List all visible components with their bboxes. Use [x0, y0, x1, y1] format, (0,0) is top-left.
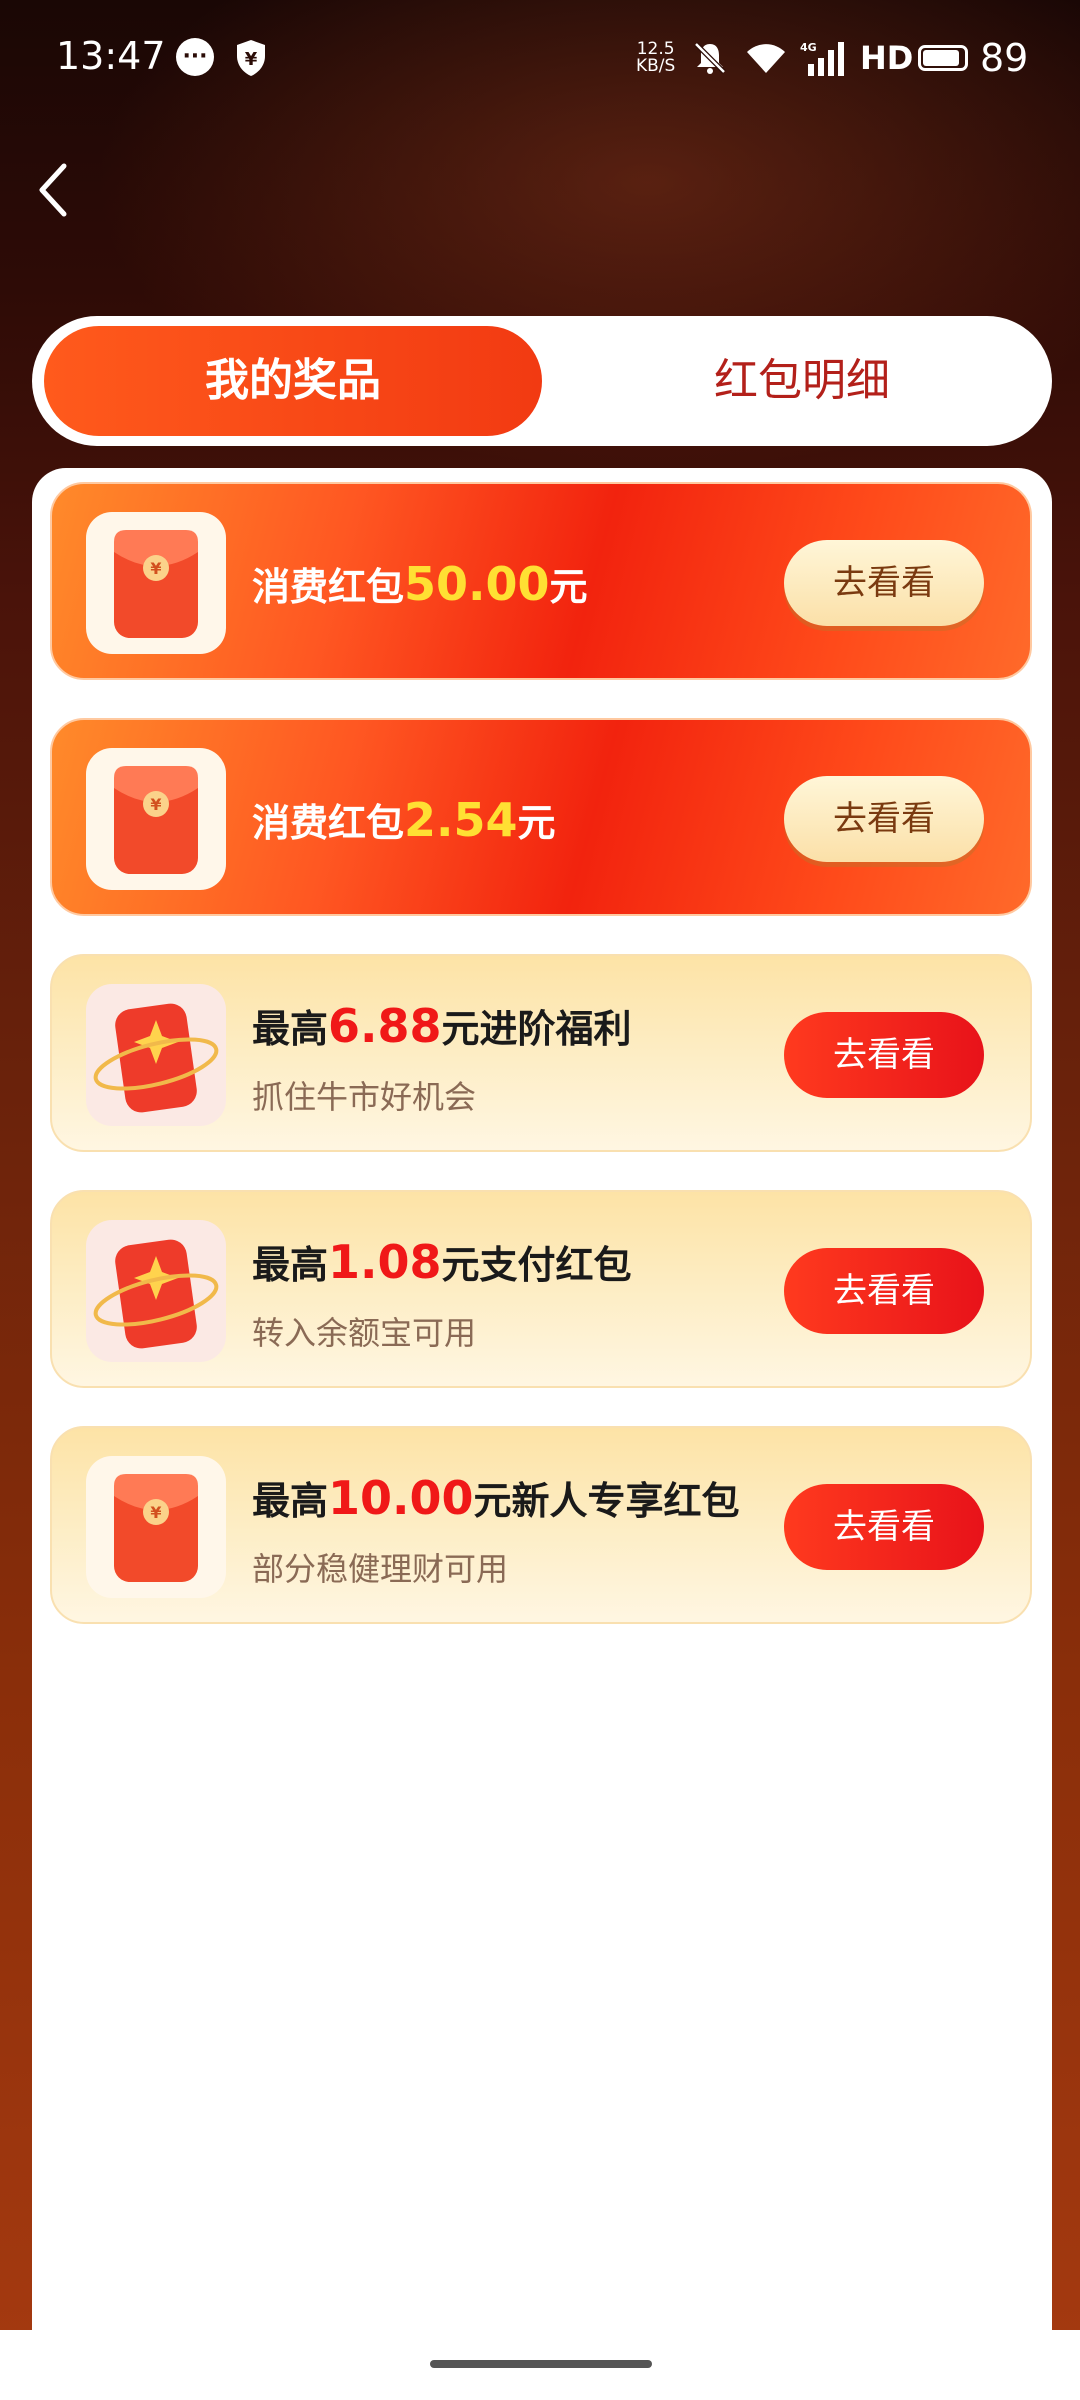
view-button[interactable]: 去看看: [784, 776, 984, 862]
view-button[interactable]: 去看看: [784, 540, 984, 626]
prize-title-prefix: 最高: [252, 1479, 329, 1523]
prize-title: 消费红包50.00元: [252, 556, 588, 611]
prize-title-prefix: 最高: [252, 1007, 329, 1051]
battery-icon: [918, 38, 968, 78]
chevron-left-icon: [39, 163, 67, 217]
prize-amount: 6.88: [328, 999, 442, 1053]
prize-amount: 10.00: [328, 1471, 474, 1525]
prize-title-prefix: 消费红包: [252, 565, 405, 609]
svg-text:¥: ¥: [150, 1503, 161, 1522]
prize-title: 最高1.08元支付红包: [252, 1234, 632, 1289]
view-button[interactable]: 去看看: [784, 1012, 984, 1098]
red-envelope-star-ring-icon: [86, 984, 226, 1126]
prize-list-panel: ¥ 消费红包50.00元 去看看 ¥ 消费红包2.54元 去看看 最高6.88元…: [32, 468, 1052, 2400]
wifi-icon: [744, 38, 788, 78]
network-speed: 12.5 KB/S: [636, 38, 675, 78]
cellular-signal-icon: 4G: [800, 38, 846, 78]
prize-card[interactable]: 最高1.08元支付红包 转入余额宝可用 去看看: [50, 1190, 1032, 1388]
svg-text:¥: ¥: [245, 49, 258, 70]
status-time: 13:47: [56, 34, 166, 78]
battery-percent: 89: [980, 36, 1029, 80]
red-envelope-icon: ¥: [86, 1456, 226, 1598]
prize-amount: 50.00: [404, 557, 550, 611]
view-button[interactable]: 去看看: [784, 1484, 984, 1570]
prize-card[interactable]: ¥ 消费红包2.54元 去看看: [50, 718, 1032, 916]
svg-text:¥: ¥: [150, 559, 161, 578]
home-indicator[interactable]: [430, 2360, 652, 2368]
red-envelope-icon: ¥: [86, 748, 226, 890]
hd-label: HD: [860, 39, 914, 77]
shield-icon: ¥: [234, 38, 268, 78]
status-bar: 13:47 ··· ¥ 12.5 KB/S 4G HD 89: [0, 0, 1080, 120]
prize-amount: 1.08: [328, 1235, 442, 1289]
prize-title: 最高10.00元新人专享红包: [252, 1470, 740, 1525]
prize-subtitle: 转入余额宝可用: [252, 1314, 477, 1352]
prize-subtitle: 部分稳健理财可用: [252, 1550, 509, 1588]
tab-bar: 我的奖品 红包明细: [32, 316, 1052, 446]
prize-card[interactable]: 最高6.88元进阶福利 抓住牛市好机会 去看看: [50, 954, 1032, 1152]
prize-title-prefix: 最高: [252, 1243, 329, 1287]
prize-title: 消费红包2.54元: [252, 792, 556, 847]
muted-bell-icon: [690, 38, 730, 78]
prize-title-suffix: 元新人专享红包: [473, 1479, 740, 1523]
red-envelope-icon: ¥: [86, 512, 226, 654]
prize-title-suffix: 元: [549, 565, 588, 609]
view-button[interactable]: 去看看: [784, 1248, 984, 1334]
message-icon: ···: [176, 38, 214, 76]
prize-title: 最高6.88元进阶福利: [252, 998, 632, 1053]
tab-red-envelope-details[interactable]: 红包明细: [562, 326, 1042, 436]
svg-text:¥: ¥: [150, 795, 161, 814]
red-envelope-star-ring-icon: [86, 1220, 226, 1362]
network-type-label: 4G: [800, 41, 817, 54]
prize-subtitle: 抓住牛市好机会: [252, 1078, 477, 1116]
prize-card[interactable]: ¥ 最高10.00元新人专享红包 部分稳健理财可用 去看看: [50, 1426, 1032, 1624]
prize-title-suffix: 元进阶福利: [441, 1007, 632, 1051]
tab-my-prizes[interactable]: 我的奖品: [44, 326, 542, 436]
prize-amount: 2.54: [404, 793, 518, 847]
back-button[interactable]: [28, 150, 88, 230]
network-speed-unit: KB/S: [636, 56, 676, 76]
prize-title-prefix: 消费红包: [252, 801, 405, 845]
prize-card[interactable]: ¥ 消费红包50.00元 去看看: [50, 482, 1032, 680]
prize-title-suffix: 元: [517, 801, 556, 845]
prize-title-suffix: 元支付红包: [441, 1243, 632, 1287]
